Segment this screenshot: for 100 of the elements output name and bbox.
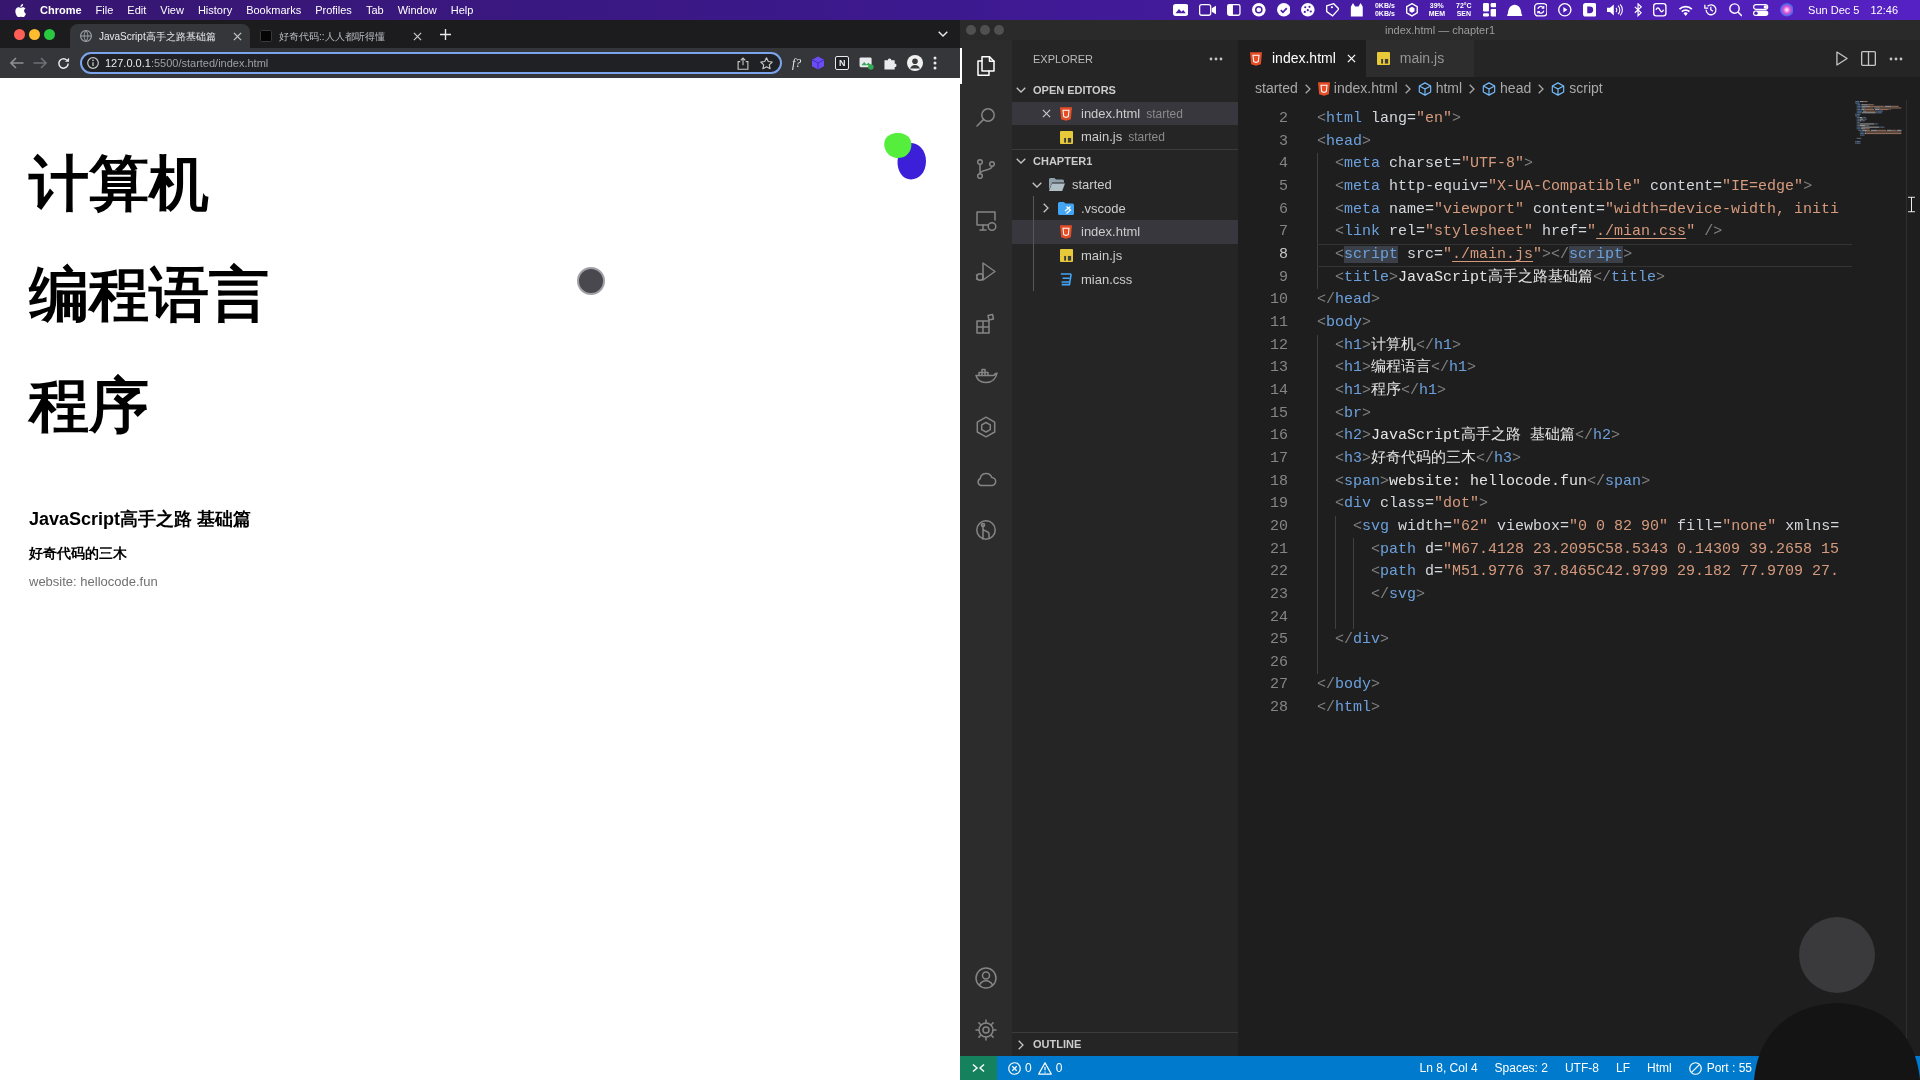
bluetooth-icon[interactable] (1633, 3, 1643, 17)
branch-circle-icon[interactable] (974, 518, 998, 543)
tag-icon[interactable] (1325, 3, 1340, 17)
bell-icon[interactable] (1507, 4, 1523, 16)
breadcrumb-item[interactable]: head (1482, 78, 1532, 99)
extension-button[interactable]: f? (792, 57, 802, 69)
html-file-icon (1060, 106, 1072, 121)
image-icon[interactable] (1173, 4, 1189, 16)
window-maximize-icon[interactable] (44, 28, 55, 40)
more-icon[interactable] (1209, 57, 1223, 61)
plus-icon[interactable] (440, 28, 451, 40)
date-text[interactable]: Sun Dec 5 (1808, 1, 1860, 19)
video-camera-icon[interactable] (1199, 4, 1217, 16)
browser-tab[interactable]: JavaScript高手之路基础篇 (70, 24, 250, 48)
status-item[interactable]: Ln 8, Col 4 (1419, 1059, 1478, 1077)
tree-item[interactable]: .vscode (1012, 196, 1238, 221)
editor-tab[interactable]: main.js (1365, 40, 1475, 77)
check-circle-icon[interactable] (1276, 3, 1291, 17)
extension-button[interactable]: N (835, 56, 850, 70)
tree-item[interactable]: main.js (1012, 243, 1238, 268)
wave-square-icon[interactable] (1653, 3, 1667, 17)
tree-item[interactable]: index.html (1012, 220, 1238, 244)
close-icon[interactable] (413, 31, 422, 41)
play-circle-icon[interactable] (1558, 3, 1572, 17)
status-item[interactable]: Spaces: 2 (1494, 1059, 1548, 1077)
warnings-button[interactable]: 0 (1037, 1059, 1063, 1077)
menu-item[interactable]: Profiles (315, 1, 352, 19)
menu-item[interactable]: Edit (127, 1, 147, 19)
close-icon[interactable] (233, 31, 242, 41)
split-editor-icon[interactable] (1861, 51, 1876, 66)
orb-icon[interactable] (1779, 3, 1794, 17)
address-field[interactable]: 127.0.0.1:5500/started/index.html (80, 52, 782, 74)
chevron-right-icon[interactable] (1018, 1039, 1024, 1050)
sidebar-icon[interactable] (1227, 4, 1241, 16)
info-icon[interactable] (87, 57, 99, 69)
status-item[interactable]: UTF-8 (1564, 1059, 1599, 1077)
editor-tab[interactable]: index.html (1238, 40, 1366, 77)
menu-item[interactable]: Tab (365, 1, 384, 19)
open-editor-item[interactable]: index.html started (1012, 101, 1238, 126)
menu-item[interactable]: History (197, 1, 233, 19)
reload-icon[interactable] (57, 56, 70, 70)
time-text[interactable]: 12:46 (1870, 1, 1898, 19)
chevron-down-icon[interactable] (1016, 158, 1026, 165)
tree-item[interactable]: mian.css (1012, 267, 1238, 292)
ring-icon[interactable] (1251, 3, 1266, 17)
chevron-right-icon[interactable] (1043, 203, 1049, 214)
chevron-down-icon[interactable] (1016, 86, 1026, 93)
monitor-icon[interactable] (974, 208, 998, 233)
section-header[interactable]: OPEN EDITORS (1012, 78, 1238, 102)
close-icon[interactable] (1041, 109, 1051, 119)
breadcrumb-item[interactable]: index.html (1317, 78, 1398, 99)
image-icon[interactable] (859, 56, 875, 70)
star-icon[interactable] (760, 56, 773, 70)
app-menu[interactable]: Chrome (40, 1, 82, 19)
tree-item[interactable]: started (1012, 172, 1238, 197)
history-icon[interactable] (1704, 3, 1718, 17)
port-button[interactable]: Port : 55 (1688, 1059, 1752, 1077)
more-icon[interactable] (933, 56, 938, 70)
open-editor-item[interactable]: main.js started (1012, 125, 1238, 150)
wifi-icon[interactable] (1677, 4, 1693, 16)
menu-item[interactable]: Help (450, 1, 474, 19)
share-icon[interactable] (737, 56, 749, 70)
menu-item[interactable]: Window (397, 1, 437, 19)
cat-icon[interactable] (1350, 3, 1364, 17)
menu-item[interactable]: File (95, 1, 114, 19)
account-icon[interactable] (974, 966, 998, 990)
run-icon[interactable] (1836, 51, 1848, 66)
errors-button[interactable]: 0 (1008, 1059, 1032, 1077)
volume-icon[interactable] (1607, 4, 1623, 16)
menu-item[interactable]: View (160, 1, 184, 19)
browser-tab[interactable]: 好奇代码::人人都听得懂 (250, 24, 430, 48)
settings-icon[interactable] (974, 1018, 998, 1042)
grid-icon[interactable] (1482, 3, 1497, 17)
back-arrow-icon[interactable] (10, 57, 24, 69)
minimap-drawing[interactable] (1855, 101, 1903, 145)
folder-open-icon (1049, 178, 1065, 192)
remote-indicator-icon[interactable] (960, 1056, 997, 1080)
status-item[interactable]: LF (1615, 1059, 1630, 1077)
branch-icon[interactable] (974, 157, 998, 181)
section-header[interactable]: CHAPTER1 (1012, 149, 1238, 173)
avatar-icon[interactable] (907, 55, 924, 71)
window-close-icon[interactable] (14, 28, 25, 40)
breadcrumb-item[interactable]: started (1255, 78, 1298, 99)
dotted-ball-icon[interactable] (1301, 3, 1315, 17)
forward-arrow-icon[interactable] (33, 57, 47, 69)
search-icon[interactable] (1728, 3, 1743, 17)
apple-icon[interactable] (15, 3, 26, 17)
toggle-icon[interactable] (1753, 4, 1769, 16)
breadcrumb-item[interactable]: script (1551, 78, 1603, 99)
files-icon[interactable] (974, 53, 998, 78)
more-icon[interactable] (1889, 56, 1903, 61)
menu-item[interactable]: Bookmarks (246, 1, 302, 19)
puzzle-icon[interactable] (884, 56, 898, 70)
search-icon[interactable] (974, 105, 998, 130)
status-item[interactable]: Html (1646, 1059, 1672, 1077)
chevron-down-icon[interactable] (1032, 181, 1042, 188)
sync-icon[interactable] (1533, 3, 1548, 17)
hexagon-icon[interactable] (1405, 3, 1418, 17)
window-minimize-icon[interactable] (29, 28, 40, 40)
breadcrumb-item[interactable]: html (1417, 78, 1463, 99)
